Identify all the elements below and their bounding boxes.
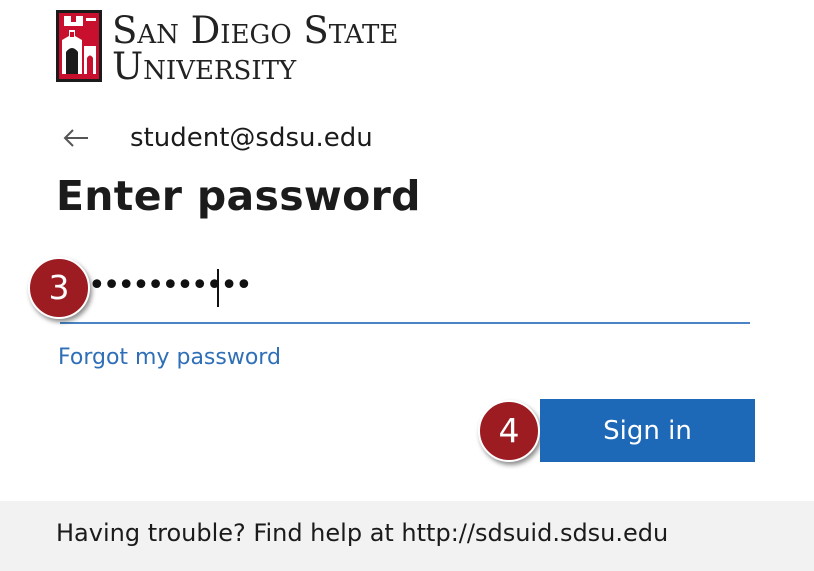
wordmark-line-1: San Diego State [112, 9, 399, 52]
sdsu-logo: San Diego State University [56, 9, 436, 88]
university-wordmark: San Diego State University [112, 9, 399, 88]
account-email: student@sdsu.edu [130, 123, 373, 153]
wordmark-line-2: University [112, 45, 297, 88]
page-title: Enter password [56, 172, 421, 220]
step-3-marker: 3 [28, 257, 90, 319]
back-arrow-icon[interactable] [62, 127, 90, 149]
sign-in-button[interactable]: Sign in [540, 399, 755, 462]
password-input[interactable]: ••••••••••• [60, 262, 750, 324]
password-masked-value: ••••••••••• [88, 268, 253, 303]
account-row: student@sdsu.edu [62, 118, 373, 158]
help-text: Having trouble? Find help at http://sdsu… [56, 519, 669, 547]
forgot-password-link[interactable]: Forgot my password [58, 345, 281, 370]
help-footer: Having trouble? Find help at http://sdsu… [0, 501, 814, 571]
sdsu-logo-mark-icon [56, 10, 102, 82]
step-4-marker: 4 [478, 400, 540, 462]
text-caret [217, 269, 219, 307]
